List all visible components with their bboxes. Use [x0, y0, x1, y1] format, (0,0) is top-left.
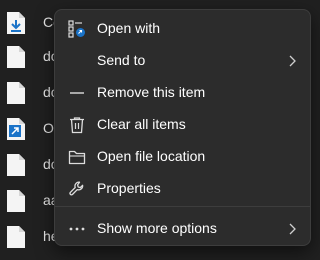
- menu-item-label: Clear all items: [97, 116, 186, 132]
- folder-icon: [68, 150, 86, 165]
- chevron-right-icon: [289, 55, 296, 67]
- file-icon: [7, 154, 25, 176]
- file-icon: [7, 82, 25, 104]
- menu-item-properties[interactable]: Properties: [59, 174, 306, 204]
- file-icon: [7, 226, 25, 248]
- menu-item-label: Open file location: [97, 148, 206, 164]
- menu-item-label: Show more options: [97, 220, 217, 236]
- menu-item-label: Remove this item: [97, 84, 206, 100]
- menu-item-show-more-options[interactable]: Show more options: [59, 214, 306, 244]
- menu-item-label: Open with: [97, 20, 161, 36]
- ellipsis-icon: [69, 227, 85, 231]
- menu-item-open-file-location[interactable]: Open file location: [59, 142, 306, 172]
- menu-item-label: Properties: [97, 180, 161, 196]
- file-icon: [7, 46, 25, 68]
- trash-icon: [70, 117, 84, 134]
- menu-item-clear-all-items[interactable]: Clear all items: [59, 110, 306, 140]
- dash-icon: [70, 92, 84, 94]
- menu-item-label: Send to: [97, 52, 146, 68]
- open-with-icon: [68, 20, 85, 38]
- download-file-icon: [7, 12, 25, 34]
- context-menu: Open with Send to Remove this item Clear…: [54, 9, 311, 246]
- menu-item-remove-this-item[interactable]: Remove this item: [59, 78, 306, 108]
- menu-item-send-to[interactable]: Send to: [59, 46, 306, 76]
- menu-separator: [55, 206, 310, 207]
- chevron-right-icon: [289, 223, 296, 235]
- file-icon: [7, 190, 25, 212]
- file-name: O: [43, 120, 54, 136]
- wrench-icon: [69, 181, 84, 196]
- shortcut-file-icon: [7, 118, 25, 140]
- menu-item-open-with[interactable]: Open with: [59, 14, 306, 44]
